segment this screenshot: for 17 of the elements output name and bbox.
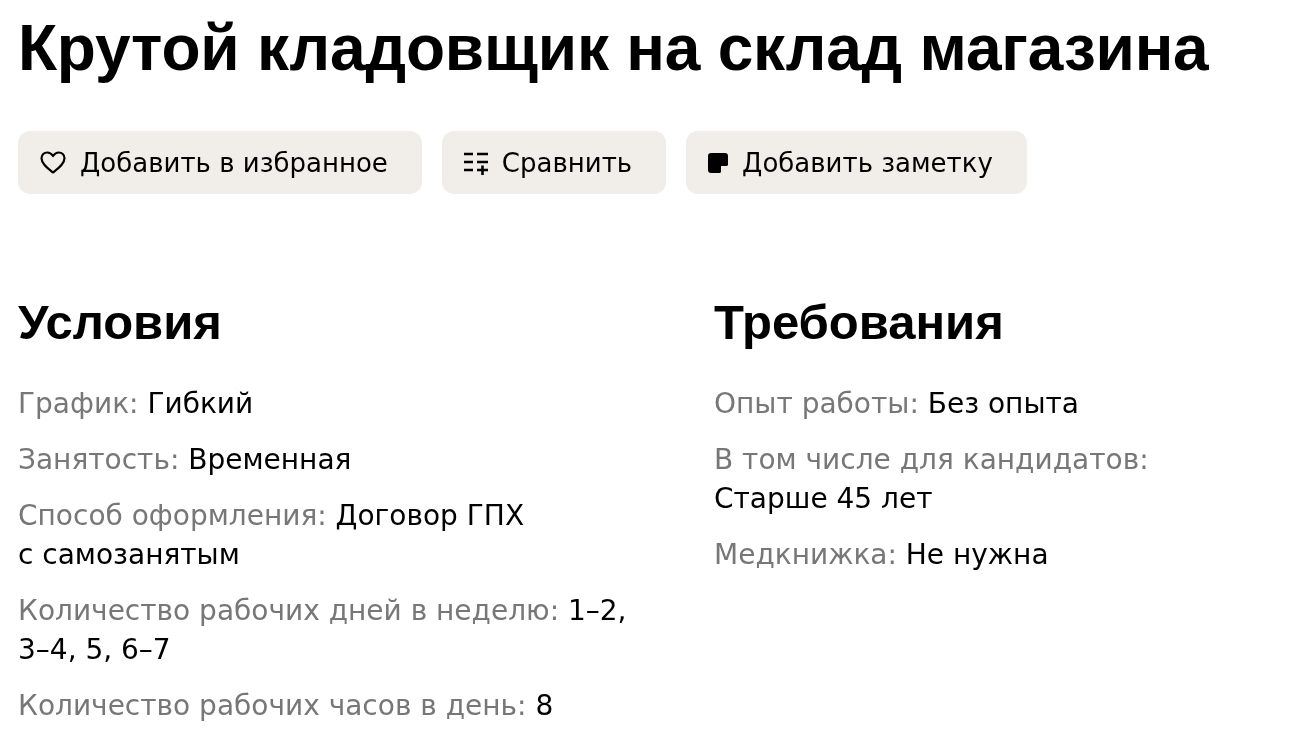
favorite-button[interactable]: Добавить в избранное bbox=[18, 131, 422, 194]
page-title: Крутой кладовщик на склад магазина bbox=[18, 11, 1209, 86]
note-button[interactable]: Добавить заметку bbox=[686, 131, 1027, 194]
compare-button[interactable]: Сравнить bbox=[441, 131, 667, 194]
detail-text: Опыт работы: Без опыта bbox=[714, 386, 1079, 422]
detail-text: Занятость: Временная bbox=[18, 442, 352, 478]
detail-text: График: Гибкий bbox=[18, 386, 254, 422]
detail-text: Количество рабочих часов в день: 8 bbox=[18, 688, 554, 724]
detail-text: Количество рабочих дней в неделю: 1–2, 3–4, 5, 6–7 bbox=[18, 593, 628, 668]
heart-icon bbox=[40, 151, 66, 174]
detail-text: Способ оформления: Договор ГПХ с самозанятым bbox=[18, 498, 526, 573]
list-plus-icon bbox=[463, 150, 488, 175]
note-icon bbox=[708, 152, 729, 173]
section-heading: Условия bbox=[18, 294, 222, 351]
section-heading: Требования bbox=[714, 294, 1004, 351]
detail-text: Медкнижка: Не нужна bbox=[714, 537, 1049, 573]
detail-text: В том числе для кандидатов: Старше 45 лет bbox=[714, 442, 1150, 517]
